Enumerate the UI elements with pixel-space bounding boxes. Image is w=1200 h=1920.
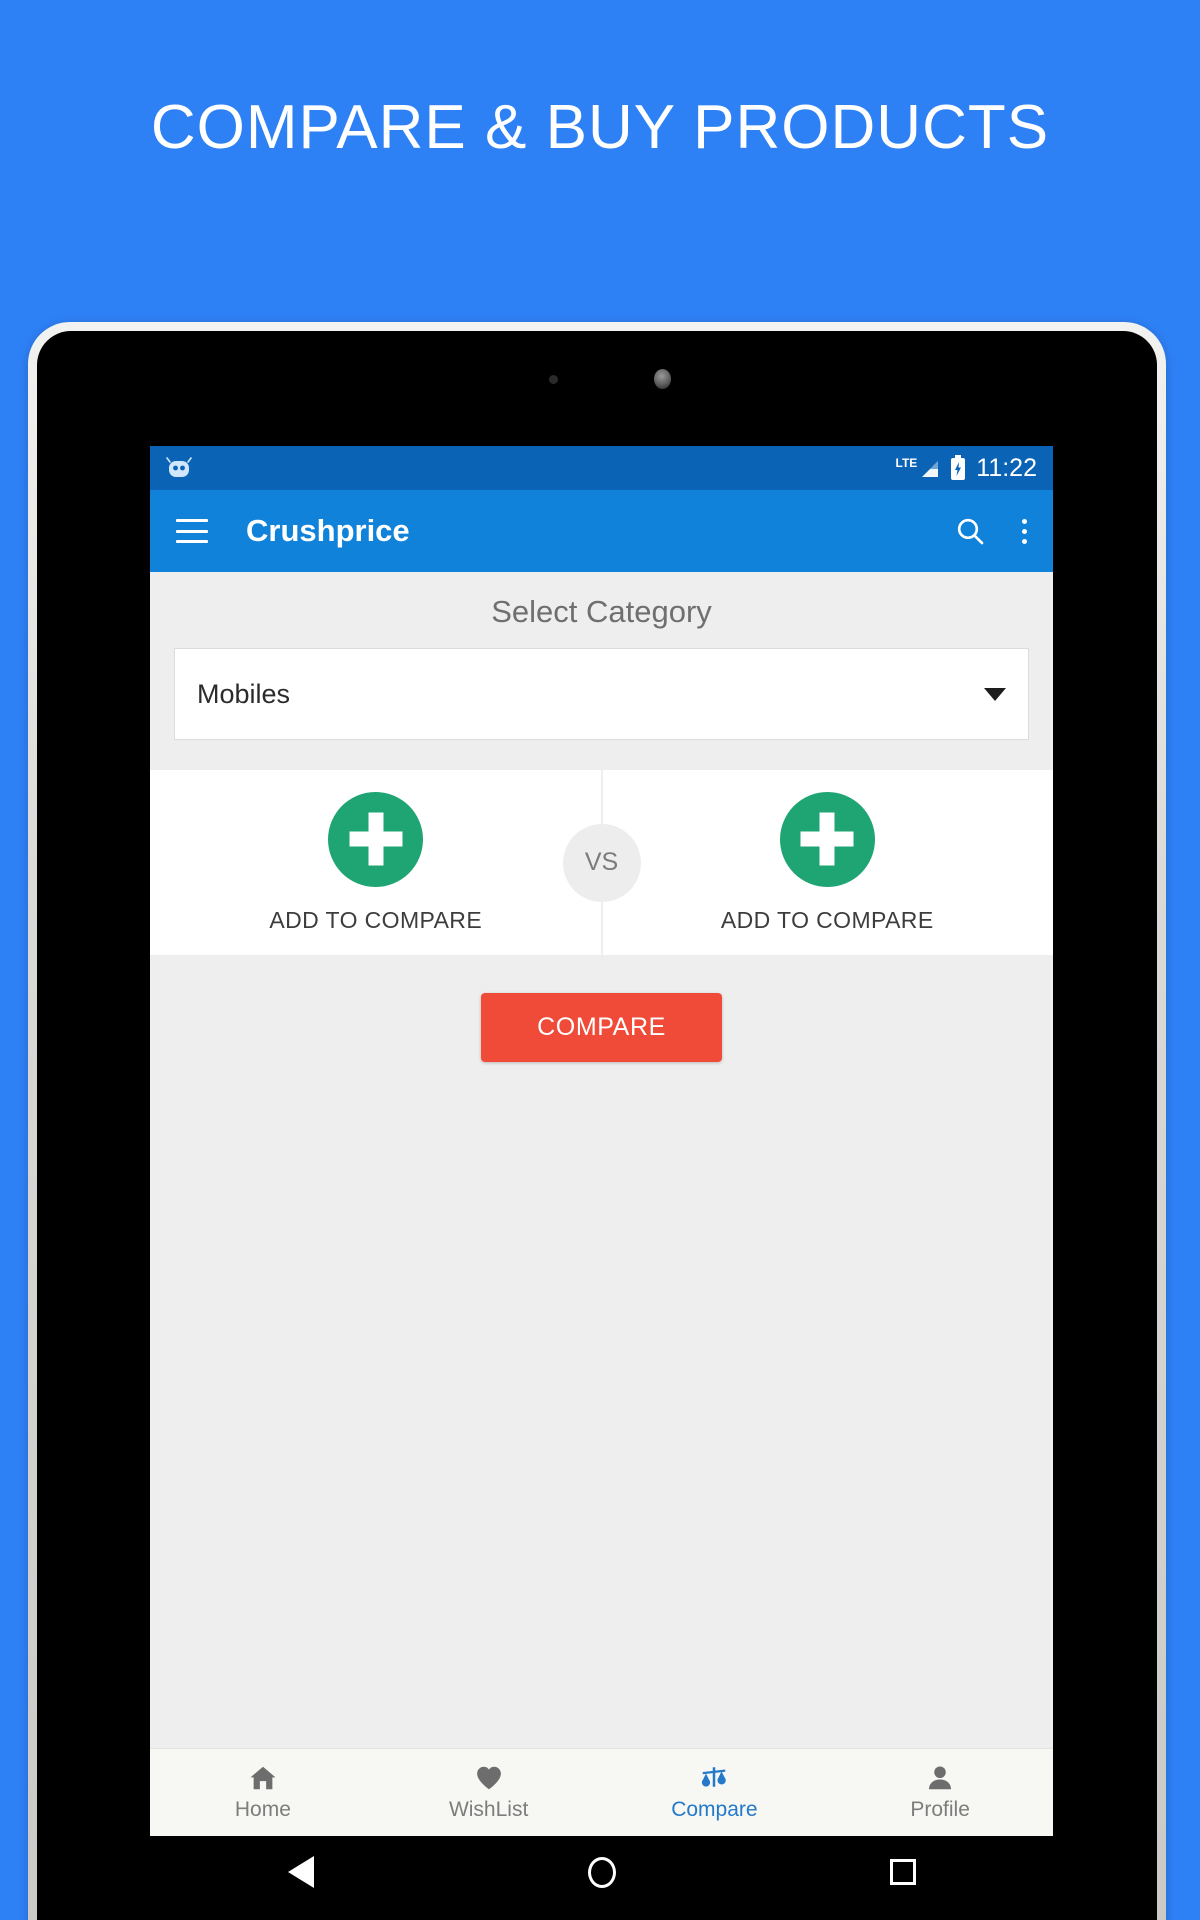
home-circle-icon <box>587 1856 616 1888</box>
signal-bars-icon: LTE <box>896 457 941 480</box>
signal-triangle-icon <box>922 460 939 477</box>
app-title: Crushprice <box>246 513 410 548</box>
status-bar-indicators: LTE 11:22 <box>896 454 1038 483</box>
nav-label-home: Home <box>234 1798 291 1821</box>
add-to-compare-label: ADD TO COMPARE <box>269 906 483 933</box>
front-camera-icon <box>654 369 671 389</box>
nav-item-profile[interactable]: Profile <box>827 1749 1053 1836</box>
overflow-menu-icon[interactable] <box>1022 518 1027 544</box>
status-bar-notifications <box>166 457 192 479</box>
category-dropdown[interactable]: Mobiles <box>174 648 1029 740</box>
status-bar: LTE 11:22 <box>150 446 1053 490</box>
back-triangle-icon <box>287 1856 314 1888</box>
app-bar: Crushprice <box>150 490 1053 572</box>
compare-button[interactable]: COMPARE <box>481 993 722 1062</box>
compare-action-area: COMPARE <box>150 955 1053 1748</box>
hamburger-menu-icon[interactable] <box>176 519 208 543</box>
bottom-navigation: Home WishList Compare Profile <box>150 1748 1053 1836</box>
nav-label-compare: Compare <box>671 1798 758 1821</box>
system-home-button[interactable] <box>542 1856 662 1888</box>
compare-slots-card: ADD TO COMPARE ADD TO COMPARE VS <box>150 770 1053 955</box>
select-category-label: Select Category <box>491 594 712 629</box>
heart-icon <box>476 1766 501 1790</box>
nav-item-compare[interactable]: Compare <box>602 1749 828 1836</box>
add-to-compare-slot-1[interactable]: ADD TO COMPARE <box>150 770 602 955</box>
plus-circle-icon <box>328 791 424 887</box>
nav-item-wishlist[interactable]: WishList <box>376 1749 602 1836</box>
tablet-device-frame: LTE 11:22 Crushprice Select Category Mob… <box>28 322 1166 1920</box>
status-bar-clock: 11:22 <box>976 453 1037 482</box>
recents-square-icon <box>889 1859 916 1885</box>
category-dropdown-value: Mobiles <box>197 678 291 709</box>
add-to-compare-slot-2[interactable]: ADD TO COMPARE <box>602 770 1054 955</box>
promo-screenshot: COMPARE & BUY PRODUCTS LTE 11:22 Crushpr… <box>0 0 1200 1920</box>
android-robot-icon <box>166 457 192 477</box>
search-icon[interactable] <box>954 515 986 547</box>
proximity-sensor-icon <box>549 375 558 384</box>
nav-label-profile: Profile <box>910 1798 970 1821</box>
battery-charging-icon <box>951 455 966 480</box>
vs-badge: VS <box>562 823 641 902</box>
android-system-navigation <box>150 1836 1053 1908</box>
balance-scale-icon <box>702 1767 727 1787</box>
system-recents-button[interactable] <box>843 1859 963 1885</box>
tablet-bezel: LTE 11:22 Crushprice Select Category Mob… <box>37 331 1157 1920</box>
home-icon <box>250 1766 276 1790</box>
plus-circle-icon <box>779 791 875 887</box>
category-section: Select Category Mobiles <box>150 572 1053 770</box>
app-screen: LTE 11:22 Crushprice Select Category Mob… <box>150 446 1053 1836</box>
nav-item-home[interactable]: Home <box>150 1749 376 1836</box>
person-icon <box>929 1766 952 1790</box>
system-back-button[interactable] <box>241 1856 361 1888</box>
nav-label-wishlist: WishList <box>448 1798 529 1821</box>
page-title: COMPARE & BUY PRODUCTS <box>150 93 1050 162</box>
add-to-compare-label: ADD TO COMPARE <box>720 906 934 933</box>
chevron-down-icon <box>984 687 1006 701</box>
app-bar-actions <box>954 515 1027 547</box>
